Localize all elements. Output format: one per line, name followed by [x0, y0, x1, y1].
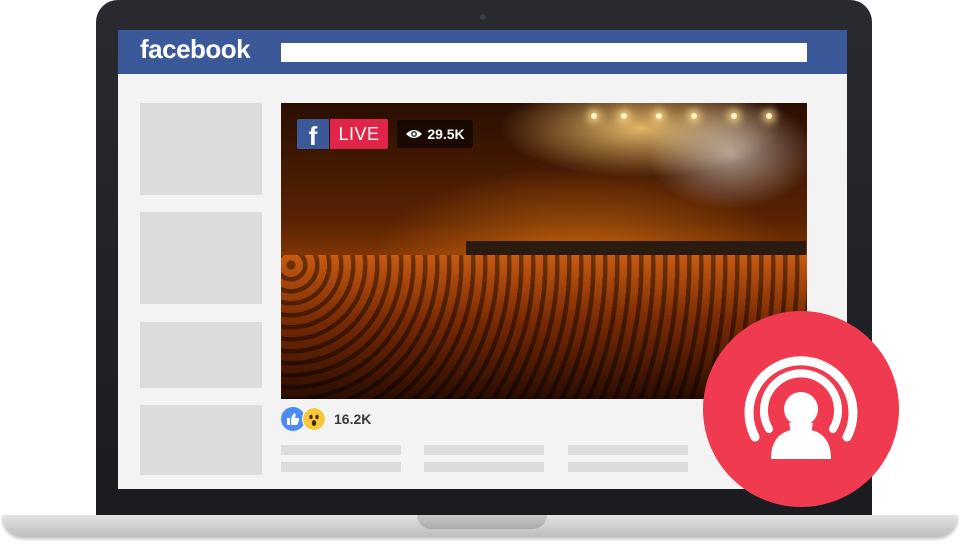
reactions-bar[interactable]: 16.2K [281, 405, 371, 433]
stage-light [691, 113, 697, 119]
live-broadcast-button[interactable] [703, 311, 899, 507]
wow-face-icon [309, 414, 319, 426]
stage-light [621, 113, 627, 119]
facebook-f-icon: f [297, 119, 329, 151]
wow-icon[interactable] [302, 407, 326, 431]
live-badge: LIVE [330, 119, 388, 149]
view-count-badge: 29.5K [397, 120, 473, 148]
sidebar-block [140, 322, 262, 388]
sidebar-block [140, 405, 262, 475]
live-broadcast-icon [744, 356, 858, 459]
placeholder-line [568, 445, 688, 455]
facebook-top-bar: facebook [118, 30, 847, 74]
view-count: 29.5K [427, 126, 465, 142]
eye-icon [406, 130, 423, 138]
thumbs-up-icon [287, 413, 300, 425]
stage-light [656, 113, 662, 119]
stage-light [731, 113, 737, 119]
webcam [480, 14, 486, 20]
placeholder-line [424, 445, 544, 455]
placeholder-line [281, 445, 401, 455]
sidebar-block [140, 103, 262, 195]
reaction-count: 16.2K [334, 411, 372, 427]
placeholder-line [424, 462, 544, 472]
laptop-base-notch [417, 515, 547, 529]
stage-light [766, 113, 772, 119]
facebook-logo[interactable]: facebook [140, 34, 251, 65]
stage-lights [581, 113, 781, 123]
sidebar-block [140, 212, 262, 304]
concert-stage [466, 241, 806, 255]
search-input[interactable] [281, 43, 807, 62]
placeholder-line [281, 462, 401, 472]
placeholder-line [568, 462, 688, 472]
stage-light [591, 113, 597, 119]
